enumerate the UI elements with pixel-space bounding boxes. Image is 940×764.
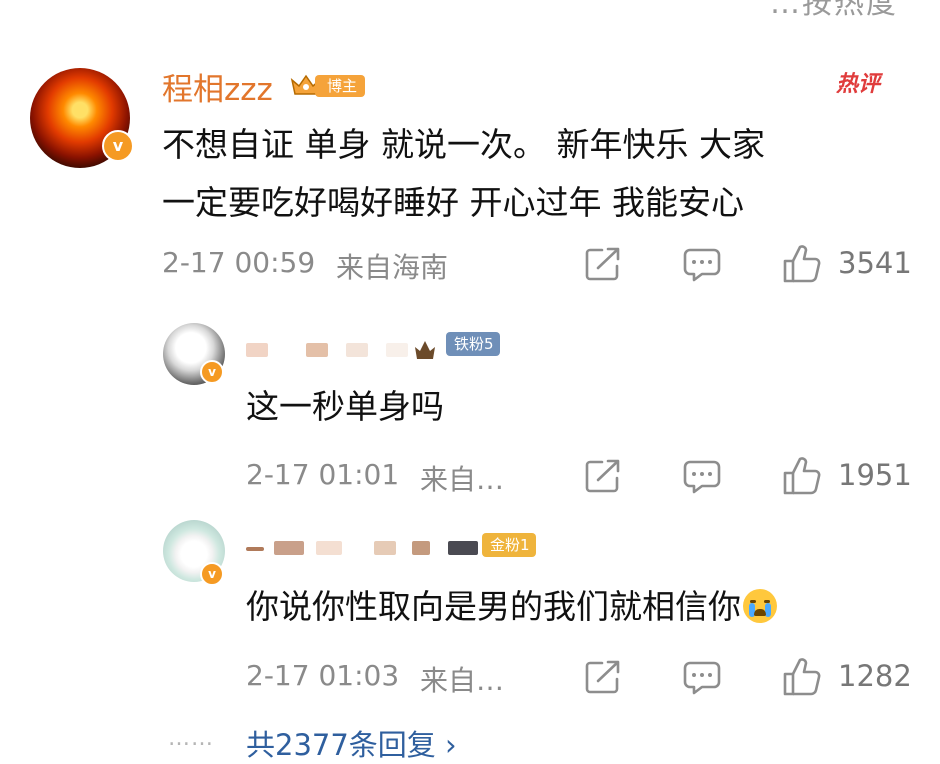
- share-icon[interactable]: [584, 659, 622, 695]
- reply-location: 来自…: [420, 463, 505, 496]
- comment-location: 来自海南: [336, 251, 449, 284]
- comment-time: 2-17 00:59: [162, 246, 316, 279]
- comment-icon[interactable]: [682, 246, 722, 284]
- crying-emoji-icon: [743, 589, 777, 623]
- fan-level-badge: 金粉1: [482, 533, 536, 557]
- like-icon[interactable]: [782, 456, 822, 496]
- like-count: 3541: [838, 246, 912, 280]
- hot-comment-tag: 热评: [836, 72, 881, 97]
- verified-v-icon: v: [200, 360, 224, 384]
- share-icon[interactable]: [584, 246, 622, 282]
- verified-v-icon: v: [102, 130, 134, 162]
- verified-v-icon: v: [200, 562, 224, 586]
- thread-dots: ……: [168, 726, 214, 751]
- like-count: 1282: [838, 659, 912, 693]
- reply-location: 来自…: [420, 664, 505, 697]
- comment-text: 不想自证 单身 就说一次。 新年快乐 大家 一定要吃好喝好睡好 开心过年 我能安…: [162, 125, 765, 222]
- username-blurred[interactable]: [246, 537, 482, 563]
- username-blurred[interactable]: [246, 335, 446, 365]
- share-icon[interactable]: [584, 458, 622, 494]
- reply-text: 这一秒单身吗: [246, 387, 444, 426]
- comment-icon[interactable]: [682, 659, 722, 697]
- fan-level-badge: 铁粉5: [446, 332, 500, 356]
- like-count: 1951: [838, 458, 912, 492]
- reply-text: 你说你性取向是男的我们就相信你: [246, 580, 777, 628]
- reply-time: 2-17 01:01: [246, 458, 400, 491]
- reply-time: 2-17 01:03: [246, 659, 400, 692]
- like-icon[interactable]: [782, 657, 822, 697]
- username[interactable]: 程相zzz: [162, 64, 273, 109]
- blogger-badge: 博主: [289, 72, 373, 98]
- like-icon[interactable]: [782, 244, 822, 284]
- comment-icon[interactable]: [682, 458, 722, 496]
- sort-by-hot-header-cut[interactable]: …按热度: [770, 0, 898, 22]
- fan-crown-icon: [415, 341, 435, 359]
